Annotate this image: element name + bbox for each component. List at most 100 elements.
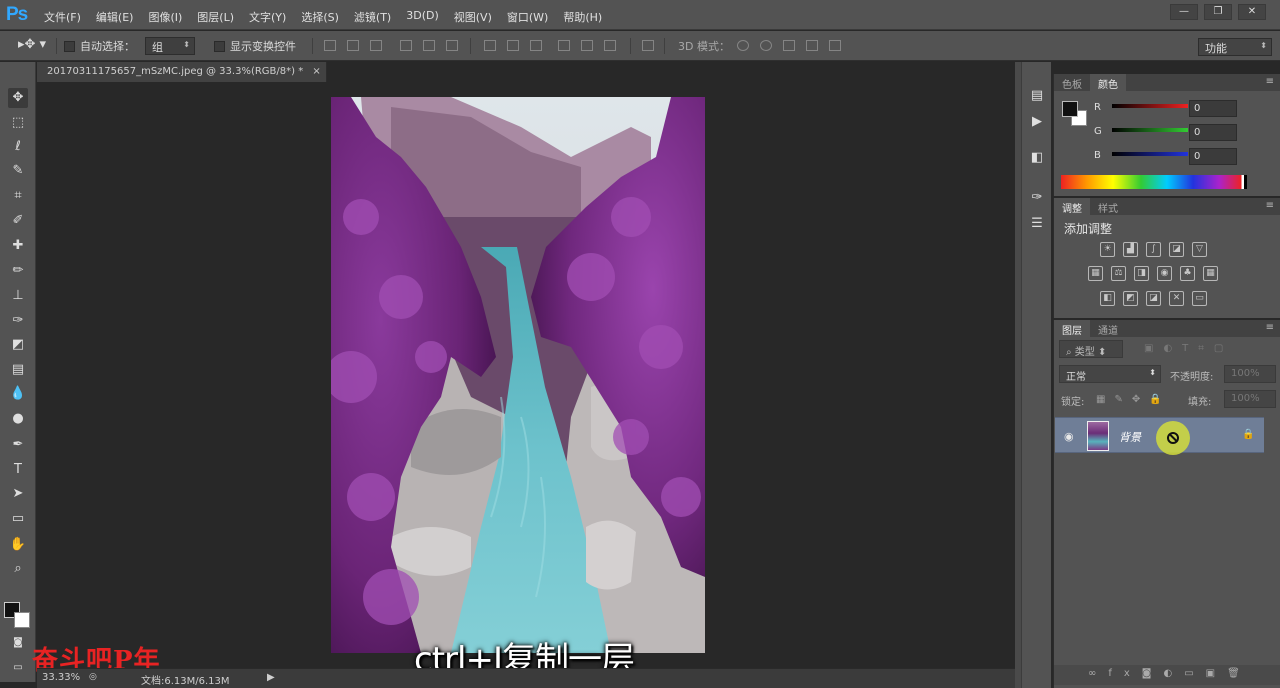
actions-play-icon[interactable]: ▶ <box>1029 114 1045 130</box>
tool-presets-icon[interactable]: ☰ <box>1029 216 1045 232</box>
photo-filter-icon[interactable]: ◉ <box>1157 266 1172 281</box>
menu-filter[interactable]: 滤镜(T) <box>354 9 391 25</box>
tab-adjustments[interactable]: 调整 <box>1054 198 1090 215</box>
menu-3d[interactable]: 3D(D) <box>406 9 439 25</box>
zoom-level[interactable]: 33.33% <box>42 672 80 683</box>
distribute-top-icon[interactable] <box>484 40 496 51</box>
menu-file[interactable]: 文件(F) <box>44 9 81 25</box>
panel-menu-icon[interactable]: ≡ <box>1266 322 1274 333</box>
lock-icons[interactable]: ▦✎✥🔒 <box>1096 394 1171 405</box>
menu-select[interactable]: 选择(S) <box>301 9 339 25</box>
align-vcenter-icon[interactable] <box>347 40 359 51</box>
panel-menu-icon[interactable]: ≡ <box>1266 76 1274 87</box>
align-bottom-icon[interactable] <box>370 40 382 51</box>
show-transform-checkbox[interactable]: 显示变换控件 <box>214 38 296 54</box>
selective-color-icon[interactable]: ✕ <box>1169 291 1184 306</box>
3d-slide-icon[interactable] <box>806 40 818 51</box>
3d-pan-icon[interactable] <box>783 40 795 51</box>
dodge-tool-icon[interactable]: ● <box>8 409 28 429</box>
distribute-right-icon[interactable] <box>604 40 616 51</box>
auto-align-icon[interactable] <box>642 40 654 51</box>
channel-r-slider[interactable] <box>1112 104 1188 108</box>
layer-actions-icons[interactable]: ∞fx◙◐▭▣🗑 <box>1088 668 1252 679</box>
distribute-hcenter-icon[interactable] <box>581 40 593 51</box>
restore-button[interactable]: ❐ <box>1204 4 1232 20</box>
channel-mixer-icon[interactable]: ♣ <box>1180 266 1195 281</box>
align-right-icon[interactable] <box>446 40 458 51</box>
healing-brush-tool-icon[interactable]: ✚ <box>8 236 28 256</box>
menu-window[interactable]: 窗口(W) <box>507 9 548 25</box>
clone-stamp-tool-icon[interactable]: ⊥ <box>8 286 28 306</box>
blend-mode-dropdown[interactable]: 正常 ⬍ <box>1059 365 1161 383</box>
move-tool-icon[interactable]: ✥ <box>8 88 28 108</box>
fill-input[interactable]: 100% <box>1224 390 1276 408</box>
layer-row-background[interactable]: ◉ 背景 🔒 <box>1055 417 1264 455</box>
workspace-switcher[interactable]: 功能 ⬍ <box>1198 38 1272 56</box>
black-white-icon[interactable]: ◨ <box>1134 266 1149 281</box>
tab-layers[interactable]: 图层 <box>1054 320 1090 337</box>
distribute-vcenter-icon[interactable] <box>507 40 519 51</box>
layer-filter-icons[interactable]: ▣◐T⌗▢ <box>1144 343 1233 354</box>
menu-type[interactable]: 文字(Y) <box>249 9 286 25</box>
color-lookup-icon[interactable]: ▦ <box>1203 266 1218 281</box>
channel-b-slider[interactable] <box>1112 152 1188 156</box>
align-top-icon[interactable] <box>324 40 336 51</box>
align-left-icon[interactable] <box>400 40 412 51</box>
marquee-tool-icon[interactable]: ⬚ <box>8 113 28 133</box>
3d-roll-icon[interactable] <box>760 40 772 51</box>
channel-g-input[interactable]: 0 <box>1189 124 1237 141</box>
rectangle-tool-icon[interactable]: ▭ <box>8 509 28 529</box>
distribute-left-icon[interactable] <box>558 40 570 51</box>
channel-r-input[interactable]: 0 <box>1189 100 1237 117</box>
eraser-tool-icon[interactable]: ◩ <box>8 335 28 355</box>
status-menu-arrow-icon[interactable]: ▶ <box>267 672 275 683</box>
crop-tool-icon[interactable]: ⌗ <box>8 186 28 206</box>
background-color-swatch[interactable] <box>14 612 30 628</box>
menu-view[interactable]: 视图(V) <box>454 9 492 25</box>
pen-tool-icon[interactable]: ✒ <box>8 435 28 455</box>
auto-select-checkbox[interactable]: 自动选择： <box>64 38 135 54</box>
color-balance-icon[interactable]: ⚖ <box>1111 266 1126 281</box>
vibrance-icon[interactable]: ▽ <box>1192 242 1207 257</box>
threshold-icon[interactable]: ◪ <box>1146 291 1161 306</box>
path-selection-tool-icon[interactable]: ➤ <box>8 484 28 504</box>
blur-tool-icon[interactable]: 💧 <box>8 384 28 404</box>
brush-tool-icon[interactable]: ✏ <box>8 261 28 281</box>
channel-g-slider[interactable] <box>1112 128 1188 132</box>
brightness-contrast-icon[interactable]: ☀ <box>1100 242 1115 257</box>
eyedropper-tool-icon[interactable]: ✐ <box>8 211 28 231</box>
close-document-icon[interactable]: × <box>312 66 320 77</box>
history-brush-tool-icon[interactable]: ✑ <box>8 311 28 331</box>
layer-filter-dropdown[interactable]: ⌕ 类型 ⬍ <box>1059 340 1123 358</box>
color-spectrum-ramp[interactable] <box>1061 175 1247 189</box>
levels-icon[interactable]: ▟ <box>1123 242 1138 257</box>
hue-saturation-icon[interactable]: ▦ <box>1088 266 1103 281</box>
menu-layer[interactable]: 图层(L) <box>197 9 234 25</box>
menu-help[interactable]: 帮助(H) <box>563 9 602 25</box>
posterize-icon[interactable]: ◩ <box>1123 291 1138 306</box>
menu-edit[interactable]: 编辑(E) <box>96 9 134 25</box>
layer-comps-icon[interactable]: ◧ <box>1029 150 1045 166</box>
3d-rotate-icon[interactable] <box>737 40 749 51</box>
layer-name[interactable]: 背景 <box>1119 429 1141 445</box>
eye-visibility-icon[interactable]: ◉ <box>1064 430 1074 443</box>
type-tool-icon[interactable]: T <box>8 460 28 480</box>
exposure-icon[interactable]: ◪ <box>1169 242 1184 257</box>
tab-channels[interactable]: 通道 <box>1090 320 1126 337</box>
3d-scale-icon[interactable] <box>829 40 841 51</box>
quick-mask-icon[interactable]: ◙ <box>8 633 28 653</box>
distribute-bottom-icon[interactable] <box>530 40 542 51</box>
tab-color[interactable]: 颜色 <box>1090 74 1126 91</box>
align-hcenter-icon[interactable] <box>423 40 435 51</box>
menu-image[interactable]: 图像(I) <box>148 9 182 25</box>
panel-menu-icon[interactable]: ≡ <box>1266 200 1274 211</box>
color-fg-swatch[interactable] <box>1062 101 1078 117</box>
hand-tool-icon[interactable]: ✋ <box>8 535 28 555</box>
gradient-tool-icon[interactable]: ▤ <box>8 360 28 380</box>
channel-b-input[interactable]: 0 <box>1189 148 1237 165</box>
invert-icon[interactable]: ◧ <box>1100 291 1115 306</box>
lasso-tool-icon[interactable]: ℓ <box>8 137 28 157</box>
auto-select-dropdown[interactable]: 组 ⬍ <box>145 37 195 55</box>
status-export-icon[interactable]: ◎ <box>89 672 97 682</box>
history-panel-icon[interactable]: ▤ <box>1029 88 1045 104</box>
